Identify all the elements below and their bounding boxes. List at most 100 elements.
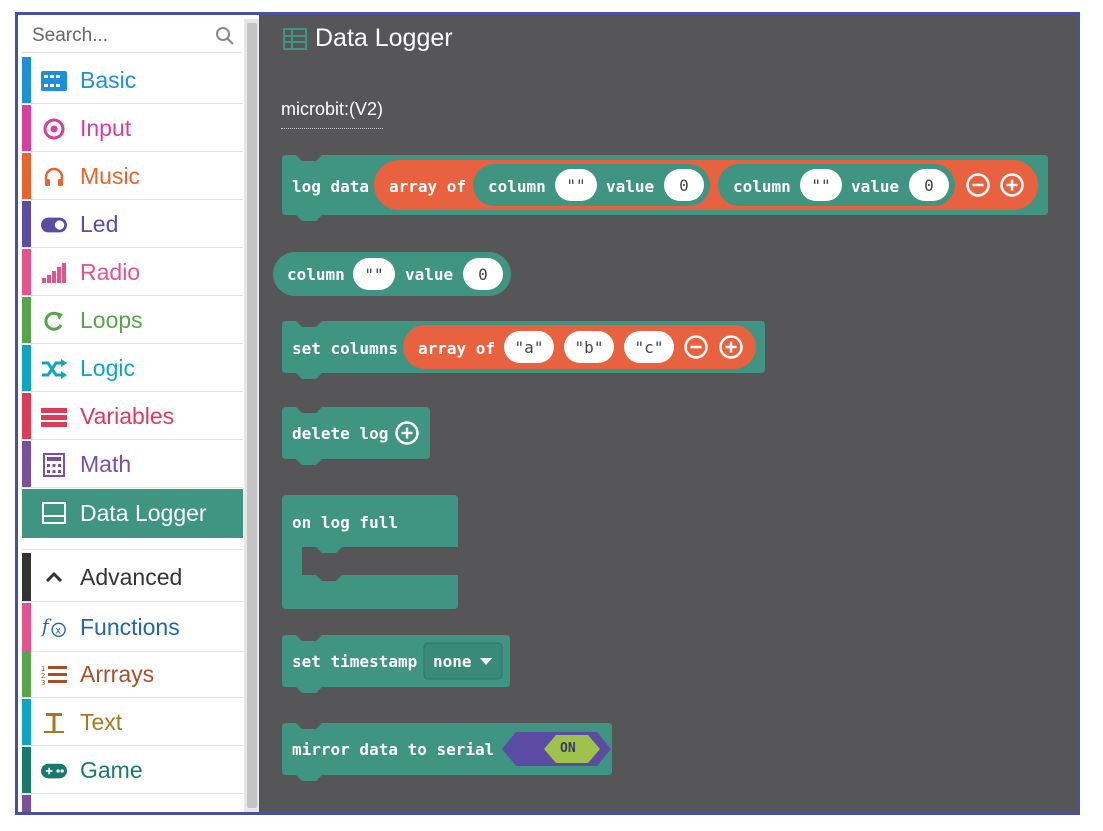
column-value-block[interactable]: column "" value 0 <box>273 252 511 296</box>
category-label: Basic <box>80 66 137 93</box>
category-loops[interactable]: Loops <box>22 297 243 344</box>
column-name-field[interactable]: "" <box>555 169 597 201</box>
column-label: column <box>287 265 345 284</box>
flyout-title: Data Logger <box>315 24 453 52</box>
category-advanced[interactable]: Advanced <box>22 553 243 602</box>
gamepad-icon <box>41 759 67 783</box>
refresh-icon <box>41 309 67 333</box>
table-icon <box>283 27 307 50</box>
list-bars-icon <box>41 405 67 429</box>
category-data-logger[interactable]: Data Logger <box>22 489 243 539</box>
category-label: Text <box>80 708 123 735</box>
category-color-bar <box>22 393 31 439</box>
plus-circle-icon[interactable] <box>394 420 420 446</box>
flyout-heading: Data Logger <box>283 24 453 53</box>
svg-text:f: f <box>41 617 52 638</box>
value-field[interactable]: 0 <box>664 169 704 201</box>
category-label: Radio <box>80 258 141 285</box>
column-c-field[interactable]: "c" <box>624 331 674 363</box>
category-arrays[interactable]: 123 Arrrays <box>22 651 243 698</box>
category-color-bar <box>22 153 31 199</box>
category-color-bar <box>22 249 31 295</box>
category-variables[interactable]: Variables <box>22 393 243 440</box>
category-label: Variables <box>80 402 175 429</box>
category-color-bar <box>22 57 31 103</box>
delete-log-block[interactable]: delete log <box>282 407 430 469</box>
category-label: Game <box>80 756 143 783</box>
category-label: Logic <box>80 354 135 381</box>
value-field[interactable]: 0 <box>909 169 949 201</box>
toolbox-scrollbar-thumb[interactable] <box>247 23 257 808</box>
category-label: Led <box>80 210 119 237</box>
category-label: Advanced <box>80 563 183 590</box>
category-label: Arrrays <box>80 660 155 687</box>
shuffle-icon <box>41 357 67 381</box>
mirror-serial-block[interactable]: mirror data to serial ON <box>282 723 612 785</box>
category-color-bar <box>22 105 31 151</box>
category-color-bar <box>22 747 31 793</box>
svg-text:3: 3 <box>41 679 45 686</box>
category-logic[interactable]: Logic <box>22 345 243 392</box>
category-basic[interactable]: Basic <box>22 57 243 104</box>
column-a-field[interactable]: "a" <box>504 331 554 363</box>
category-music[interactable]: Music <box>22 153 243 200</box>
category-color-bar <box>22 441 31 487</box>
on-log-full-block[interactable]: on log full <box>282 495 458 609</box>
numbered-list-icon: 123 <box>41 663 67 687</box>
category-color-bar <box>22 345 31 391</box>
category-label: Data Logger <box>80 500 207 526</box>
block-flyout: Data Logger microbit:(V2) log data array… <box>265 15 1077 812</box>
value-label: value <box>405 265 454 284</box>
column-b-field[interactable]: "b" <box>564 331 614 363</box>
delete-log-label: delete log <box>292 424 389 443</box>
column-label: column <box>733 177 791 196</box>
category-color-bar <box>22 651 31 697</box>
category-input[interactable]: Input <box>22 105 243 152</box>
flyout-subheading: microbit:(V2) <box>281 99 384 129</box>
plus-circle-icon[interactable] <box>999 172 1025 198</box>
plus-circle-icon[interactable] <box>718 334 744 360</box>
category-led[interactable]: Led <box>22 201 243 248</box>
minus-circle-icon[interactable] <box>683 334 709 360</box>
function-icon: fx <box>41 615 67 639</box>
text-icon <box>41 711 67 735</box>
value-label: value <box>606 177 655 196</box>
search-input[interactable] <box>32 21 202 51</box>
log-data-block[interactable]: log data array of column "" value 0 colu… <box>282 155 1048 227</box>
makecode-editor-frame: Basic Input Music Led <box>15 12 1080 815</box>
column-name-field[interactable]: "" <box>353 258 395 290</box>
column-label: column <box>488 177 546 196</box>
minus-circle-icon[interactable] <box>965 172 991 198</box>
log-data-label: log data <box>292 177 370 196</box>
category-game[interactable]: Game <box>22 747 243 794</box>
category-radio[interactable]: Radio <box>22 249 243 296</box>
category-label: Functions <box>80 613 180 640</box>
category-math[interactable]: Math <box>22 441 243 488</box>
value-label: value <box>851 177 900 196</box>
headphones-icon <box>41 165 67 189</box>
set-timestamp-label: set timestamp <box>292 652 418 671</box>
toolbox: Basic Input Music Led <box>18 15 259 812</box>
signal-icon <box>41 261 67 285</box>
category-text[interactable]: Text <box>22 699 243 746</box>
array-of-label: array of <box>389 177 467 196</box>
category-color-bar <box>22 699 31 745</box>
category-functions[interactable]: fx Functions <box>22 603 243 652</box>
target-icon <box>41 117 67 141</box>
category-color-bar <box>22 297 31 343</box>
category-label: Loops <box>80 306 143 333</box>
timestamp-dropdown[interactable]: none <box>433 652 472 671</box>
search-box[interactable] <box>22 19 241 53</box>
mirror-toggle[interactable]: ON <box>560 741 576 756</box>
set-columns-block[interactable]: set columns array of "a" "b" "c" <box>282 321 765 385</box>
calculator-icon <box>41 453 67 477</box>
search-icon[interactable] <box>215 26 235 46</box>
category-partial <box>22 795 243 812</box>
category-color-bar <box>22 201 31 247</box>
set-columns-label: set columns <box>292 339 398 358</box>
column-name-field[interactable]: "" <box>800 169 842 201</box>
chevron-up-icon <box>41 565 67 589</box>
value-field[interactable]: 0 <box>463 258 503 290</box>
toolbox-divider <box>22 538 243 550</box>
set-timestamp-block[interactable]: set timestamp none <box>282 635 510 697</box>
